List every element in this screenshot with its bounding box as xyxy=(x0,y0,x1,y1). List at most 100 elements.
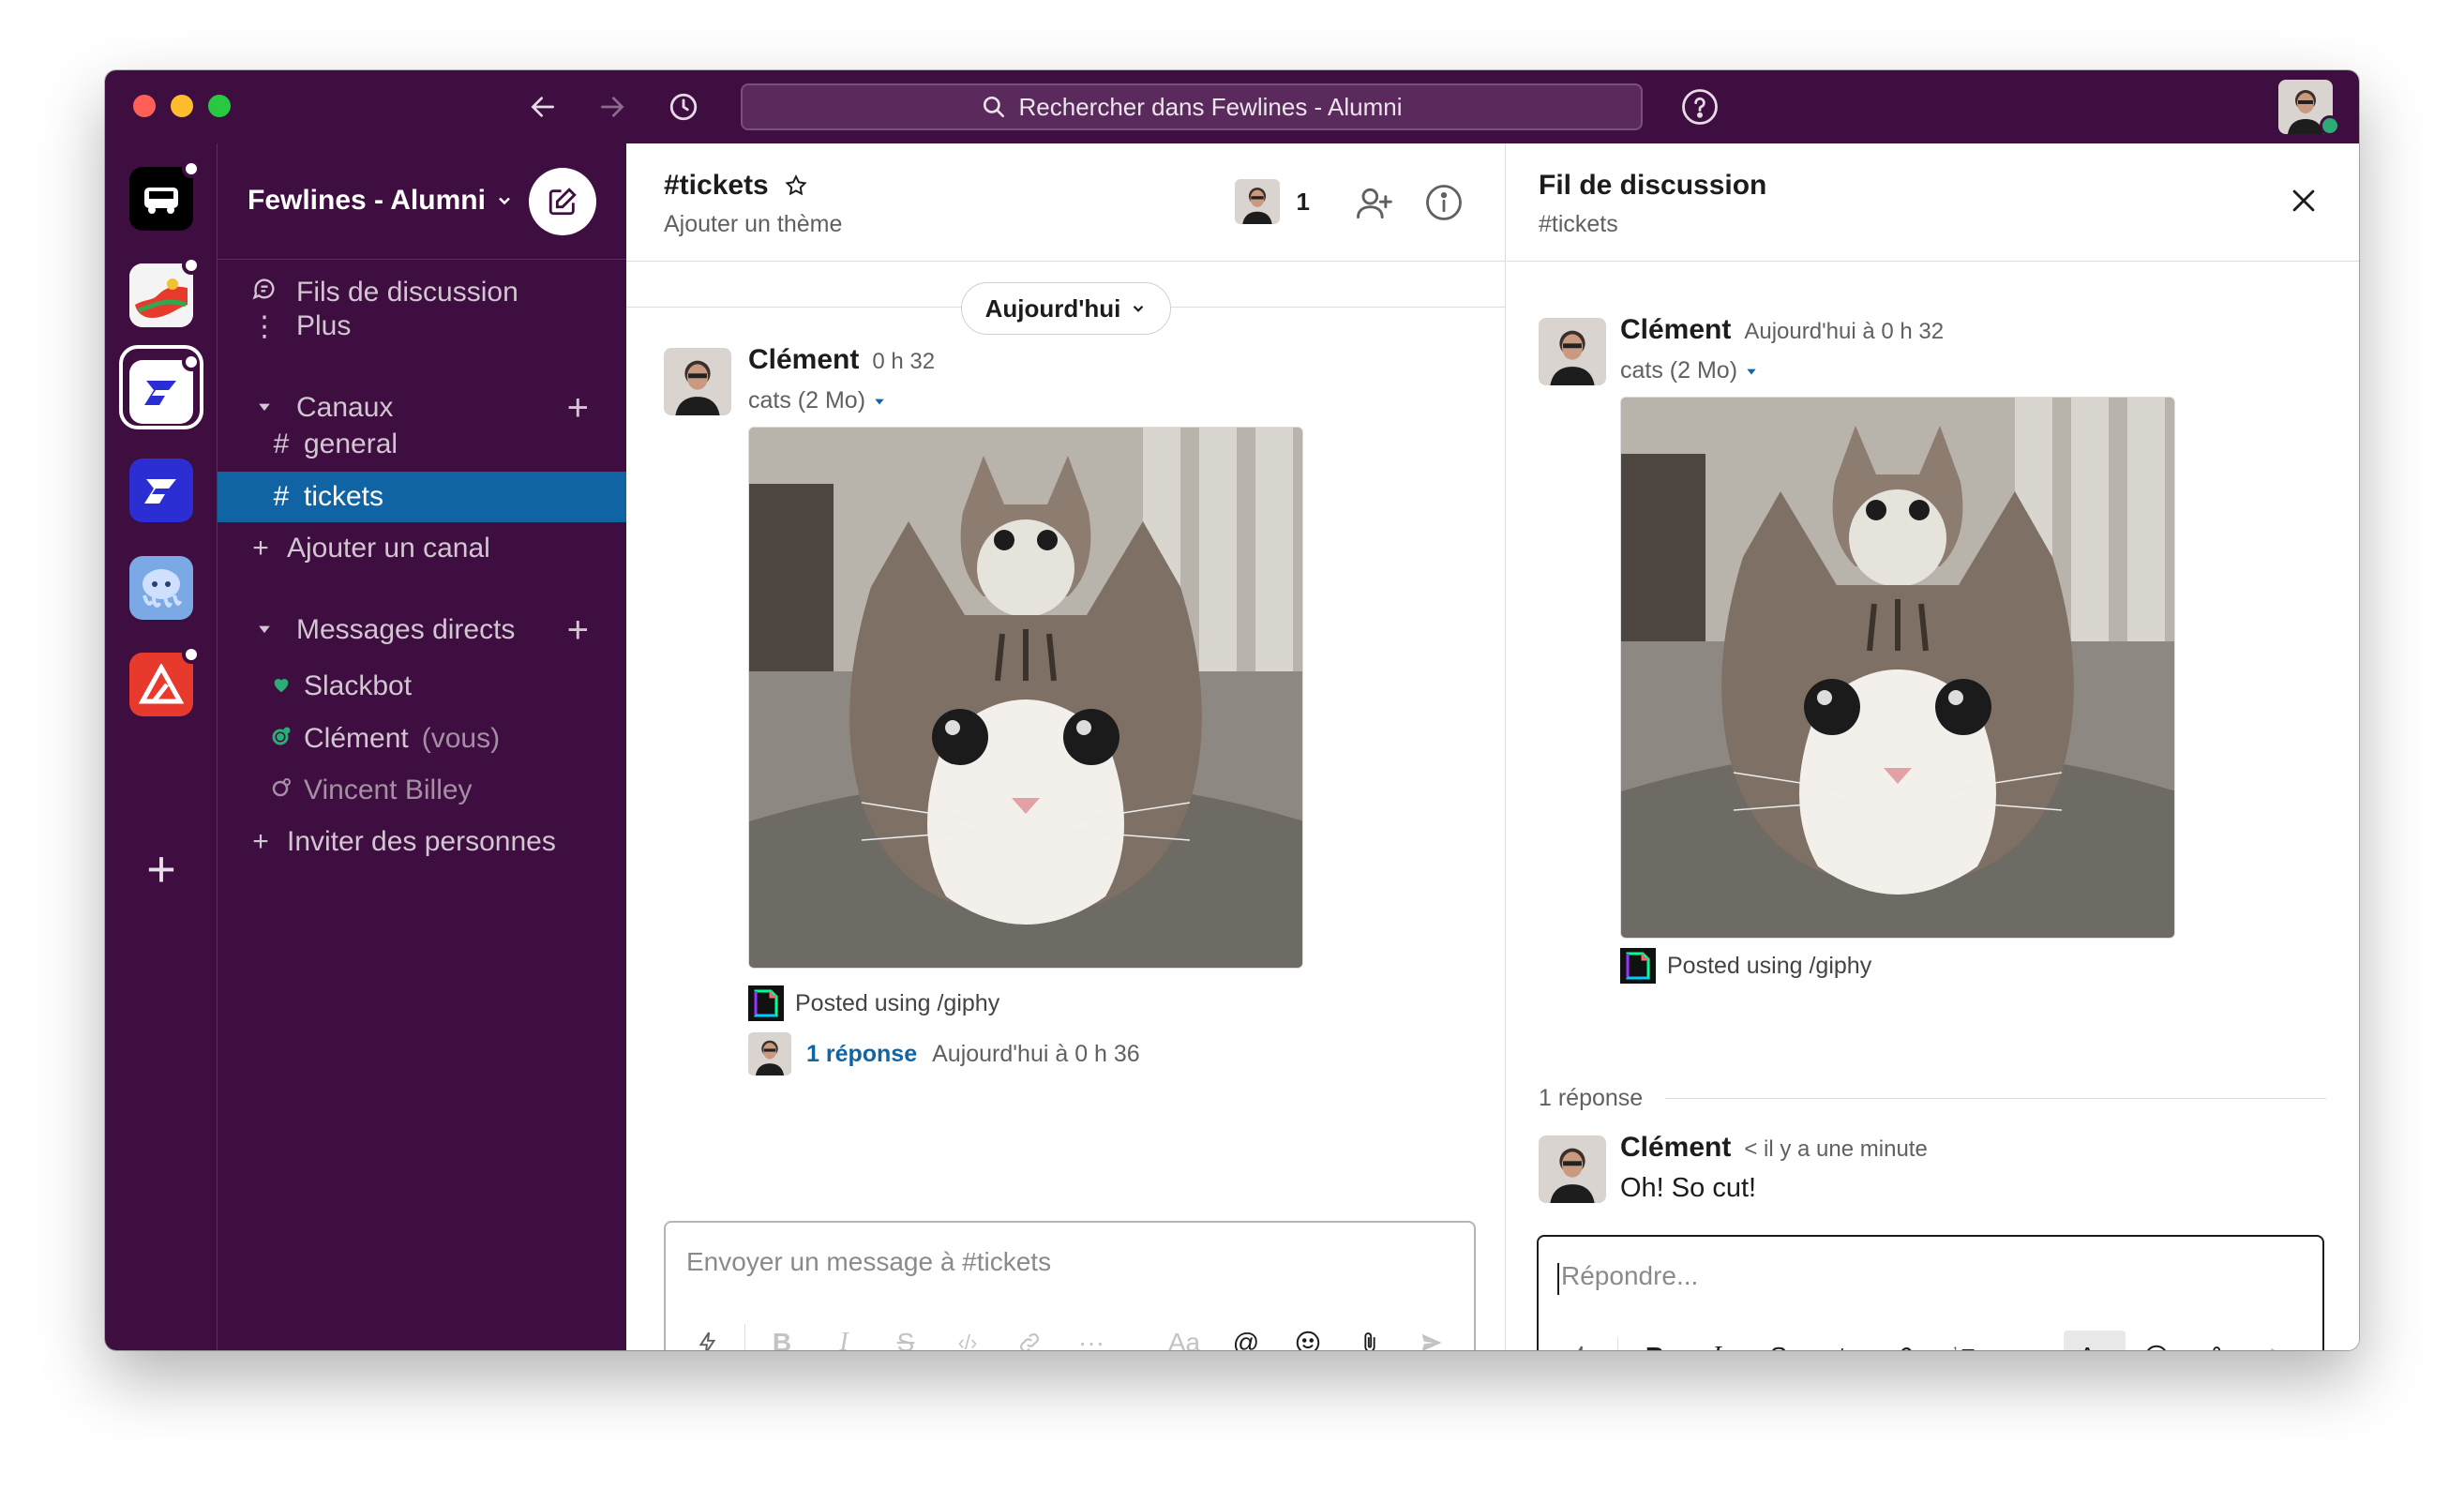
reply-time[interactable]: < il y a une minute xyxy=(1744,1136,1927,1163)
avatar xyxy=(748,1032,791,1075)
triangle-logo-icon xyxy=(139,664,184,704)
code-button[interactable]: ‹/› xyxy=(937,1316,999,1350)
star-icon[interactable] xyxy=(784,173,808,198)
send-button[interactable] xyxy=(2249,1331,2311,1350)
file-label[interactable]: cats (2 Mo) xyxy=(1620,357,1758,384)
message-time[interactable]: 0 h 32 xyxy=(872,349,935,375)
close-thread-button[interactable] xyxy=(2288,185,2320,221)
emoji-button[interactable] xyxy=(1277,1316,1339,1350)
shortcuts-button[interactable] xyxy=(1550,1331,1612,1350)
channel-name: #tickets xyxy=(664,170,769,201)
workspace-switch-2[interactable] xyxy=(129,256,201,327)
more-formatting-button[interactable]: ··· xyxy=(1060,1316,1122,1350)
bold-button[interactable]: B xyxy=(751,1316,813,1350)
zoom-window-button[interactable] xyxy=(208,95,231,117)
send-button[interactable] xyxy=(1401,1316,1463,1350)
strikethrough-button[interactable]: S xyxy=(1748,1331,1810,1350)
reply-avatar[interactable] xyxy=(1539,1136,1606,1203)
add-topic-link[interactable]: Ajouter un thème xyxy=(664,211,842,238)
emoji-button[interactable] xyxy=(2126,1331,2187,1350)
reply-count-link[interactable]: 1 réponse xyxy=(806,1041,917,1068)
members-button[interactable]: 1 xyxy=(1234,179,1310,224)
message-composer[interactable]: Envoyer un message à #tickets B I S ‹/› … xyxy=(664,1221,1476,1350)
channel-sidebar: Fewlines - Alumni Fils de discussion ⋮ P… xyxy=(218,143,626,1350)
dm-section-header[interactable]: Messages directs + xyxy=(218,605,626,655)
file-label[interactable]: cats (2 Mo) xyxy=(748,387,886,414)
arrow-right-icon xyxy=(601,97,624,117)
bus-icon xyxy=(144,188,178,214)
search-placeholder: Rechercher dans Fewlines - Alumni xyxy=(1018,92,1403,121)
workspace-switch-6[interactable] xyxy=(129,645,201,716)
date-divider[interactable]: Aujourd'hui xyxy=(961,282,1171,335)
channel-pane: #tickets Ajouter un thème 1 Aujourd'hui xyxy=(626,143,1506,1350)
text-format-button[interactable]: Aa xyxy=(1153,1316,1215,1350)
help-button[interactable] xyxy=(1680,87,1720,127)
sidebar-item-tickets[interactable]: # tickets xyxy=(218,472,626,522)
link-button[interactable] xyxy=(999,1316,1060,1350)
add-member-button[interactable] xyxy=(1353,183,1394,229)
sidebar-item-more[interactable]: ⋮ Plus xyxy=(218,301,626,352)
parent-message-avatar[interactable] xyxy=(1539,318,1606,385)
unread-dot xyxy=(182,256,201,275)
reply-count-divider: 1 réponse xyxy=(1539,1085,2326,1112)
thread-title: Fil de discussion xyxy=(1539,170,1767,201)
invite-label: Inviter des personnes xyxy=(287,826,556,857)
thread-channel-link[interactable]: #tickets xyxy=(1539,211,1618,238)
close-window-button[interactable] xyxy=(133,95,156,117)
channel-title[interactable]: #tickets xyxy=(664,170,808,202)
cat-gif-image[interactable] xyxy=(1620,397,2175,939)
invite-people-link[interactable]: + Inviter des personnes xyxy=(218,817,626,867)
composer-placeholder: Envoyer un message à #tickets xyxy=(686,1247,1052,1276)
composer-toolbar: B I S ‹/› ··· Aa @ xyxy=(677,1316,1463,1350)
presence-active-icon xyxy=(266,723,296,755)
giphy-icon xyxy=(1620,948,1656,984)
history-button[interactable] xyxy=(664,87,703,127)
bold-button[interactable]: B xyxy=(1624,1331,1686,1350)
compose-button[interactable] xyxy=(529,168,596,235)
reply-author[interactable]: Clément xyxy=(1620,1132,1731,1164)
add-channel-label: Ajouter un canal xyxy=(287,533,490,564)
workspace-switch-fewlines-alumni[interactable] xyxy=(129,459,193,522)
reply-composer[interactable]: Répondre... B I S ‹/› 123 ··· Aa xyxy=(1537,1235,2324,1350)
sidebar-item-clement[interactable]: Clément (vous) xyxy=(218,714,626,764)
add-workspace-button[interactable]: + xyxy=(129,837,193,901)
attach-button[interactable] xyxy=(1339,1316,1401,1350)
code-button[interactable]: ‹/› xyxy=(1810,1331,1871,1350)
workspace-switch-5[interactable] xyxy=(129,556,193,620)
message-author[interactable]: Clément xyxy=(748,344,859,376)
text-format-button[interactable]: Aa xyxy=(2064,1331,2126,1350)
mention-button[interactable]: @ xyxy=(1215,1316,1277,1350)
minimize-window-button[interactable] xyxy=(171,95,193,117)
channel-details-button[interactable] xyxy=(1424,183,1464,227)
parent-message-header: Clément Aujourd'hui à 0 h 32 xyxy=(1620,314,1944,346)
italic-button[interactable]: I xyxy=(1686,1331,1748,1350)
strikethrough-button[interactable]: S xyxy=(875,1316,937,1350)
back-button[interactable] xyxy=(523,87,563,127)
compose-icon xyxy=(548,188,577,216)
forward-button[interactable] xyxy=(593,87,632,127)
message-author[interactable]: Clément xyxy=(1620,314,1731,346)
workspace-switch-1[interactable] xyxy=(129,159,201,231)
unread-dot xyxy=(182,645,201,664)
message-time[interactable]: Aujourd'hui à 0 h 32 xyxy=(1744,319,1944,345)
link-button[interactable] xyxy=(1871,1331,1933,1350)
plus-icon: + xyxy=(252,826,269,857)
cat-gif-image[interactable] xyxy=(748,427,1303,969)
workspace-menu-button[interactable]: Fewlines - Alumni xyxy=(248,185,514,217)
shortcuts-button[interactable] xyxy=(677,1316,739,1350)
sidebar-item-slackbot[interactable]: Slackbot xyxy=(218,661,626,712)
italic-button[interactable]: I xyxy=(813,1316,875,1350)
add-dm-icon[interactable]: + xyxy=(567,609,589,652)
thread-reply-summary[interactable]: 1 réponse Aujourd'hui à 0 h 36 xyxy=(748,1032,1140,1075)
sidebar-item-vincent-billey[interactable]: Vincent Billey xyxy=(218,765,626,816)
sidebar-item-general[interactable]: # general xyxy=(218,419,626,470)
add-channel-link[interactable]: + Ajouter un canal xyxy=(218,523,626,574)
help-icon xyxy=(1682,89,1718,125)
attach-button[interactable] xyxy=(2187,1331,2249,1350)
more-formatting-button[interactable]: ··· xyxy=(1995,1331,2057,1350)
message-avatar[interactable] xyxy=(664,348,731,415)
search-input[interactable]: Rechercher dans Fewlines - Alumni xyxy=(741,83,1643,130)
divider-line xyxy=(1665,1098,2326,1099)
numbered-list-button[interactable]: 123 xyxy=(1933,1331,1995,1350)
dm-name: Vincent Billey xyxy=(304,775,473,805)
